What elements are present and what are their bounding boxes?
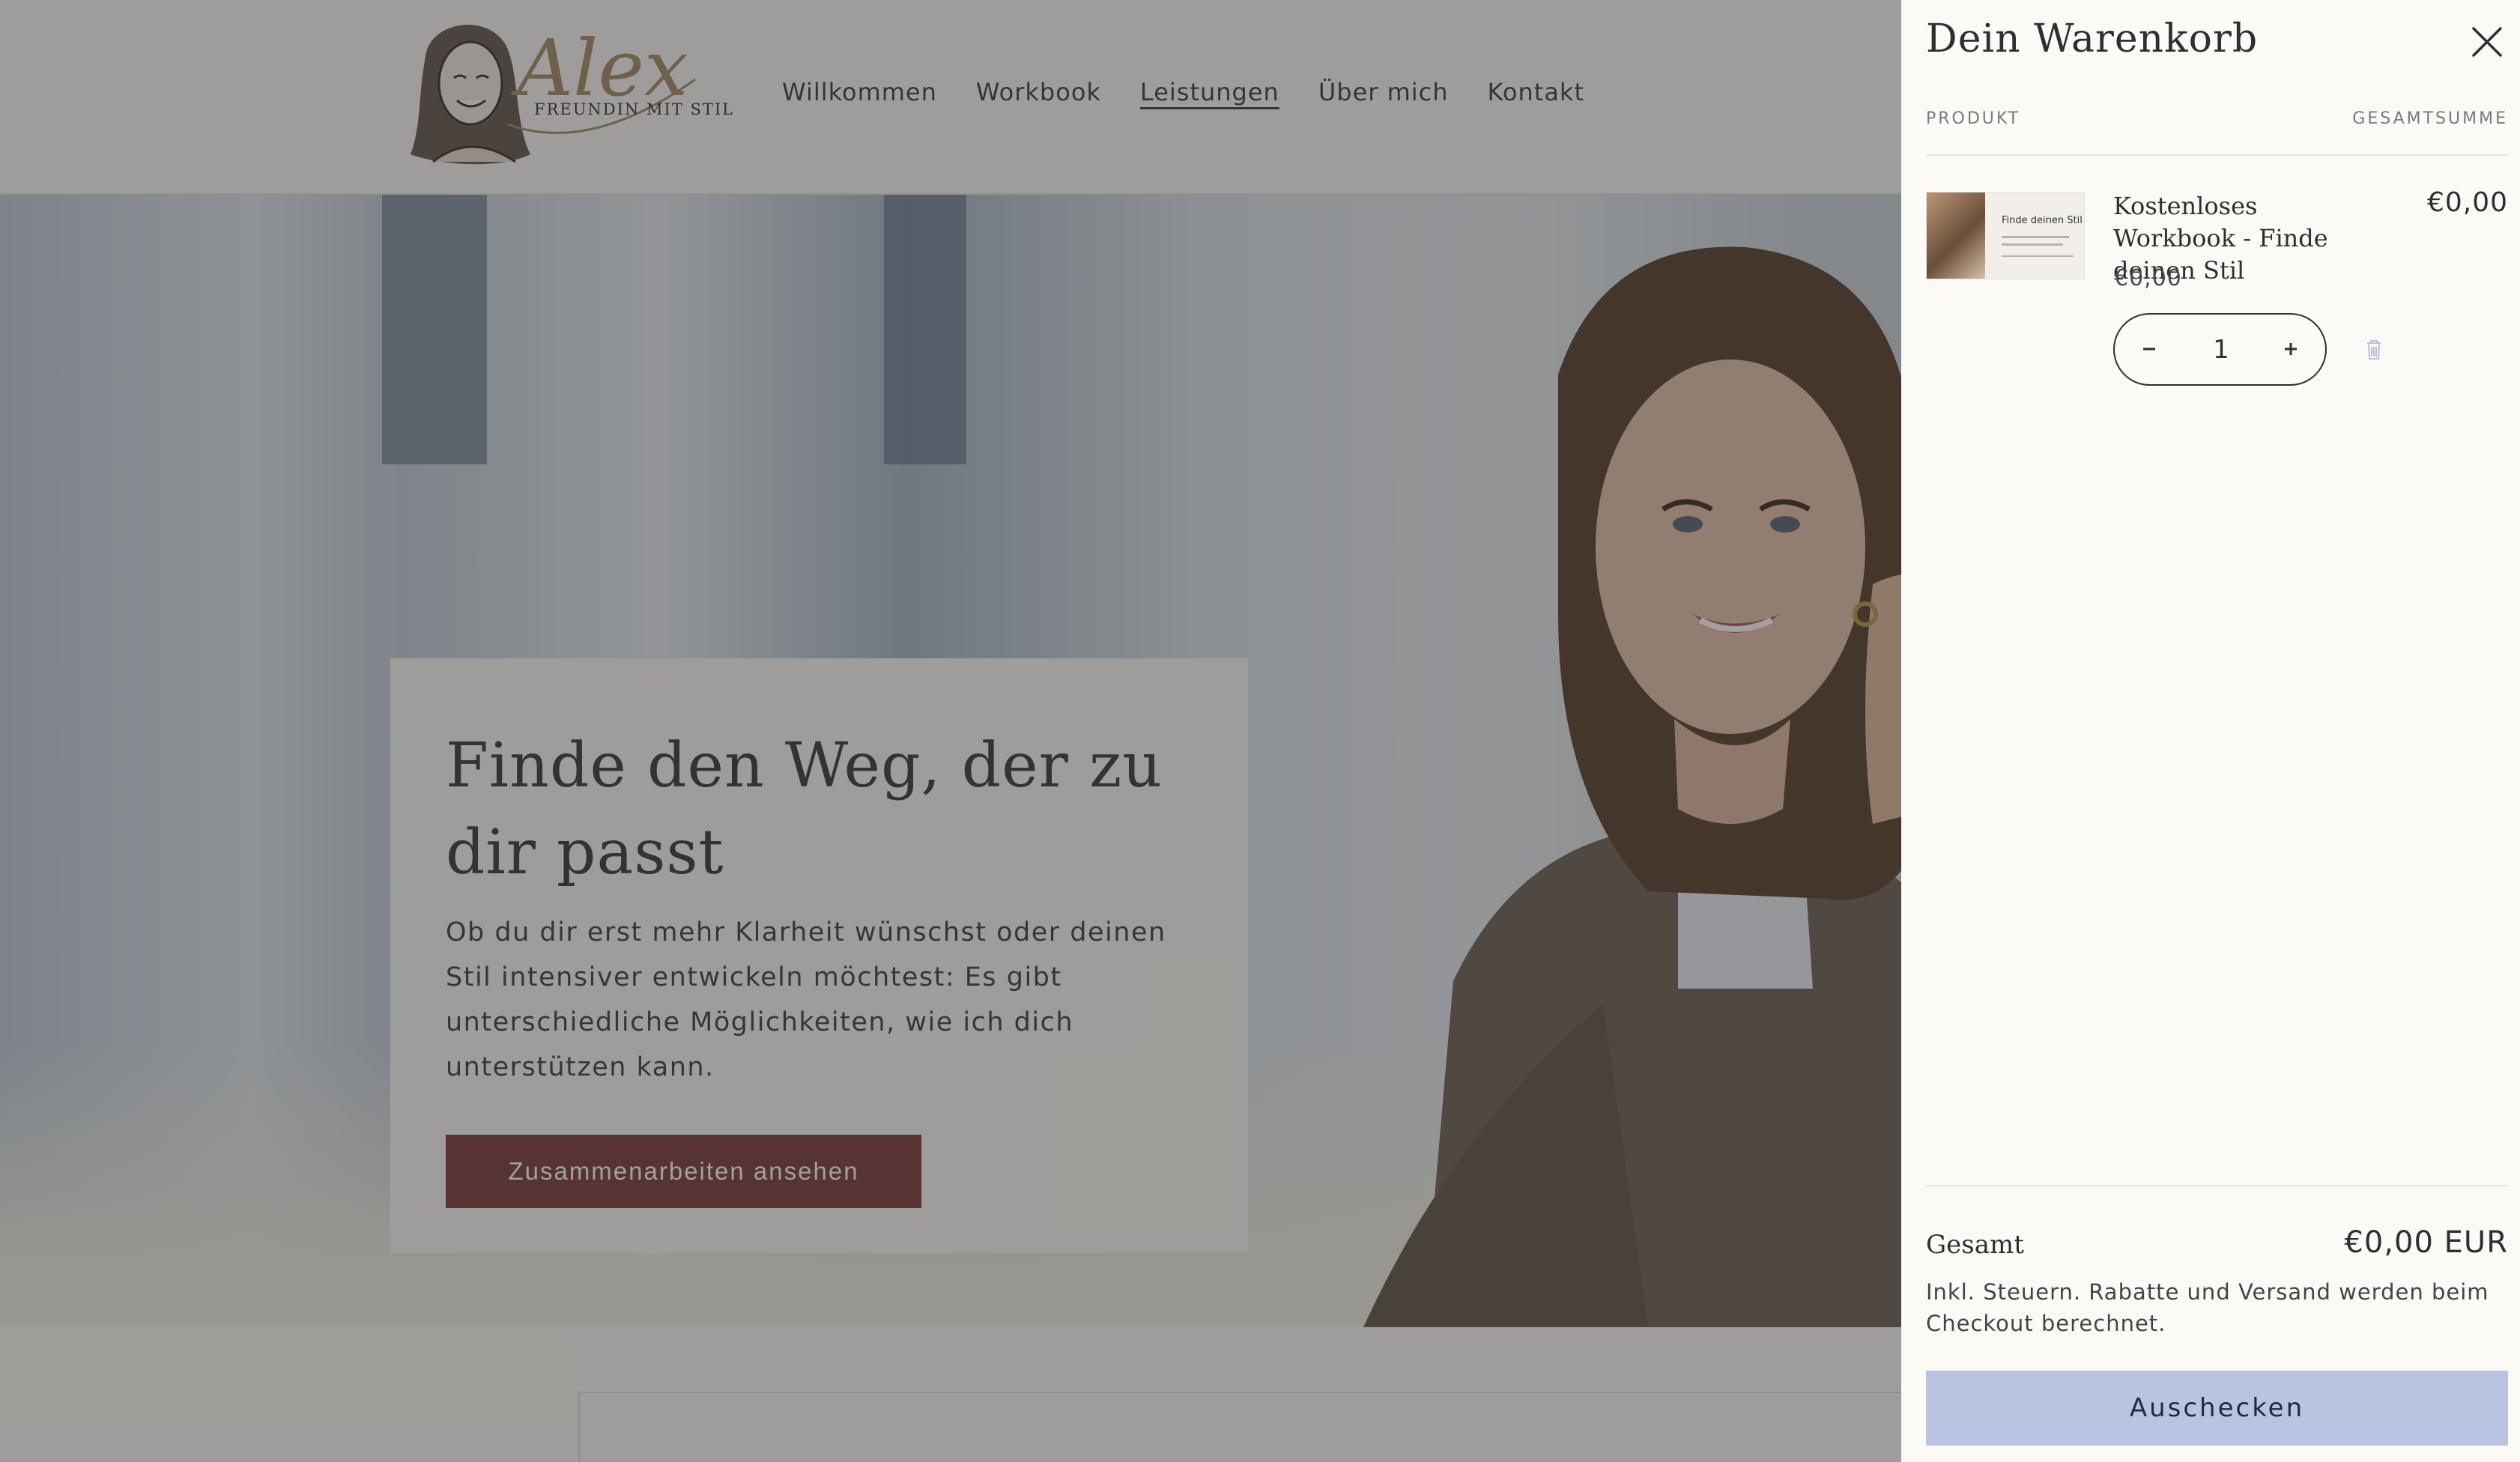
trash-icon	[2367, 340, 2381, 360]
item-unit-price: €0,00	[2114, 265, 2182, 291]
cart-title: Dein Warenkorb	[1926, 16, 2259, 61]
minus-icon	[2143, 348, 2155, 351]
thumbnail-text-line	[2002, 243, 2063, 246]
cart-total-label: Gesamt	[1926, 1230, 2024, 1260]
quantity-stepper	[2113, 313, 2327, 386]
increase-quantity-button[interactable]	[2270, 328, 2312, 370]
decrease-quantity-button[interactable]	[2128, 328, 2170, 370]
close-icon	[2472, 27, 2502, 57]
thumbnail-title: Finde deinen Stil	[2002, 215, 2083, 226]
product-thumbnail[interactable]: Finde deinen Stil	[1926, 192, 2085, 279]
plus-icon	[2285, 343, 2297, 355]
cart-drawer: Dein Warenkorb PRODUKT GESAMTSUMME Finde…	[1901, 0, 2520, 1462]
cart-total-value: €0,00 EUR	[2344, 1225, 2508, 1260]
remove-item-button[interactable]	[2358, 334, 2390, 366]
item-line-total: €0,00	[2426, 187, 2508, 218]
checkout-button[interactable]: Auschecken	[1926, 1371, 2508, 1446]
divider	[1926, 154, 2508, 156]
quantity-input[interactable]	[2190, 330, 2253, 370]
thumbnail-photo	[1927, 192, 1985, 279]
tax-shipping-note: Inkl. Steuern. Rabatte und Versand werde…	[1926, 1279, 2489, 1336]
column-header-total: GESAMTSUMME	[2352, 109, 2508, 128]
divider	[1926, 1185, 2508, 1186]
column-header-product: PRODUKT	[1926, 109, 2021, 128]
close-cart-button[interactable]	[2466, 21, 2508, 63]
thumbnail-text-line	[2002, 255, 2074, 257]
thumbnail-text-line	[2002, 236, 2069, 238]
drawer-backdrop[interactable]	[0, 0, 1901, 1462]
